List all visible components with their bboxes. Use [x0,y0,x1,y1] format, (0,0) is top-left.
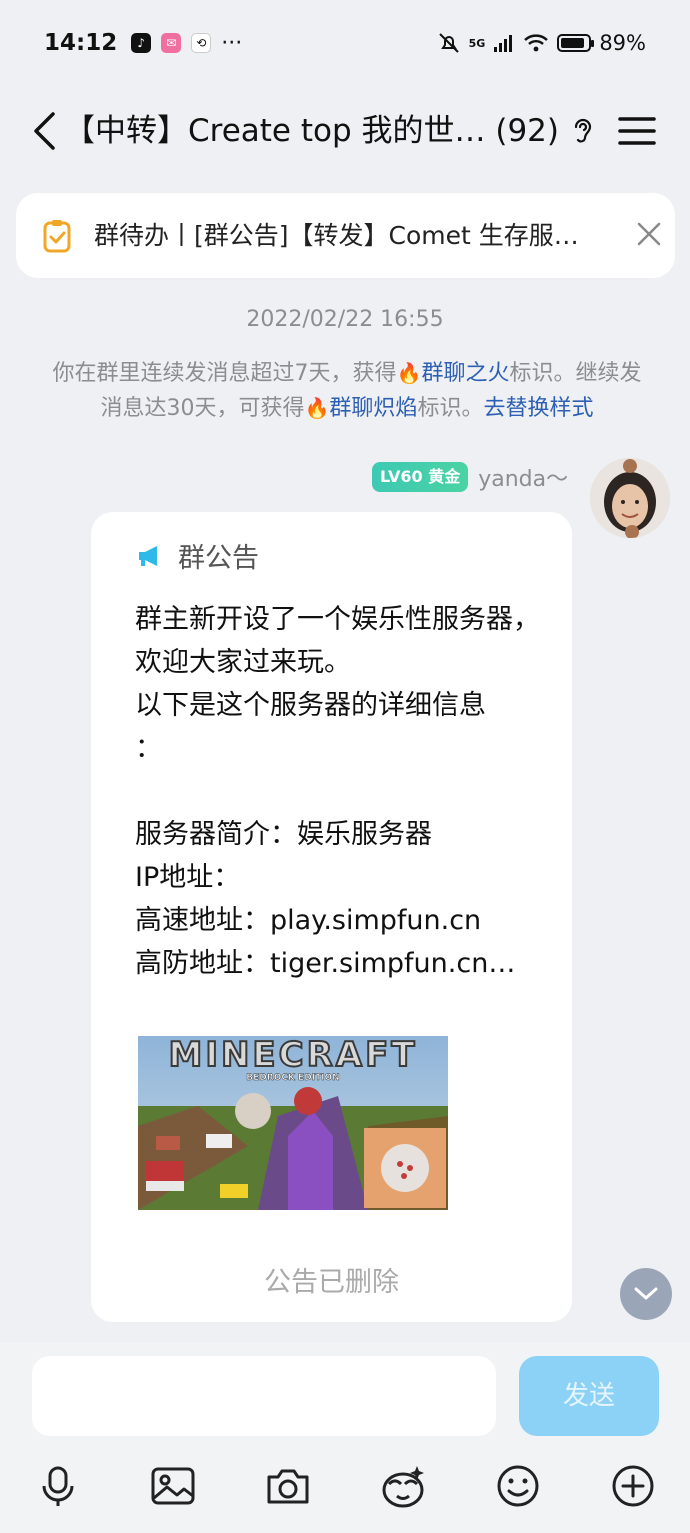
avatar[interactable] [590,458,670,538]
system-message: 你在群里连续发消息超过7天，获得🔥群聊之火标识。继续发消息达30天，可获得🔥群聊… [52,356,642,426]
more-notifications-icon: ··· [221,30,243,56]
group-blaze-link[interactable]: 群聊炽焰 [329,396,417,421]
plus-icon[interactable] [609,1462,657,1510]
chat-header: 【中转】Create top 我的世… (92) [0,86,690,176]
image-title-text: MINECRAFT [168,1036,417,1075]
group-notice-card[interactable]: 群公告 群主新开设了一个娱乐性服务器，欢迎大家过来玩。 以下是这个服务器的详细信… [91,512,572,1322]
status-time: 14:12 [44,30,118,56]
level-badge: LV60 黄金 [372,462,469,492]
minecraft-image[interactable]: MINECRAFT BEDROCK EDITION [138,1036,448,1210]
emoji-icon[interactable] [494,1462,542,1510]
blaze-icon: 🔥 [304,396,330,420]
sender-name[interactable]: yanda～ [478,461,568,493]
sticker-face-icon[interactable] [379,1462,427,1510]
tiktok-icon: ♪ [131,33,152,53]
wifi-icon [524,34,549,52]
microphone-icon[interactable] [34,1462,82,1510]
signal-icon [494,35,513,52]
send-button[interactable]: 发送 [519,1356,659,1436]
notice-title: 群公告 [178,543,259,574]
group-todo-banner[interactable]: 群待办丨[群公告]【转发】Comet 生存服… [16,193,675,278]
chat-title[interactable]: 【中转】Create top 我的世… (92) [64,108,560,154]
chevron-left-icon [34,112,55,150]
group-fire-link[interactable]: 群聊之火 [421,361,509,386]
mail-app-icon: ✉ [161,33,182,53]
change-style-link[interactable]: 去替换样式 [483,396,593,421]
camera-icon[interactable] [264,1462,312,1510]
mute-bell-icon [438,33,459,53]
status-bar: 14:12 ♪ ✉ ⟲ ··· 5G 89% [0,0,690,86]
close-icon[interactable] [634,219,664,249]
avatar-photo [590,458,670,538]
sender-info: LV60 黄金 yanda～ [372,460,568,494]
battery-icon [557,34,595,52]
notice-header: 群公告 [136,536,259,575]
ear-icon[interactable] [568,114,598,148]
image-icon[interactable] [149,1462,197,1510]
message-timestamp: 2022/02/22 16:55 [246,307,444,332]
back-button[interactable] [24,108,64,154]
chevron-down-icon [634,1287,658,1300]
message-input[interactable] [32,1356,496,1436]
input-area: 发送 [0,1342,690,1533]
notice-deleted-status: 公告已删除 [264,1267,399,1298]
fire-icon: 🔥 [396,361,422,385]
megaphone-icon [139,545,157,566]
image-subtitle-text: BEDROCK EDITION [246,1073,339,1083]
battery-percent: 89% [599,31,646,55]
notice-body: 群主新开设了一个娱乐性服务器，欢迎大家过来玩。 以下是这个服务器的详细信息 ： … [135,604,540,979]
scroll-to-bottom-button[interactable] [620,1268,672,1320]
todo-text: 群待办丨[群公告]【转发】Comet 生存服… [94,221,579,250]
network-type: 5G [468,36,486,50]
todo-clipboard-icon [43,220,71,253]
menu-icon[interactable] [616,112,658,150]
minecraft-artwork: MINECRAFT BEDROCK EDITION [138,1036,448,1210]
sync-app-icon: ⟲ [191,33,212,53]
